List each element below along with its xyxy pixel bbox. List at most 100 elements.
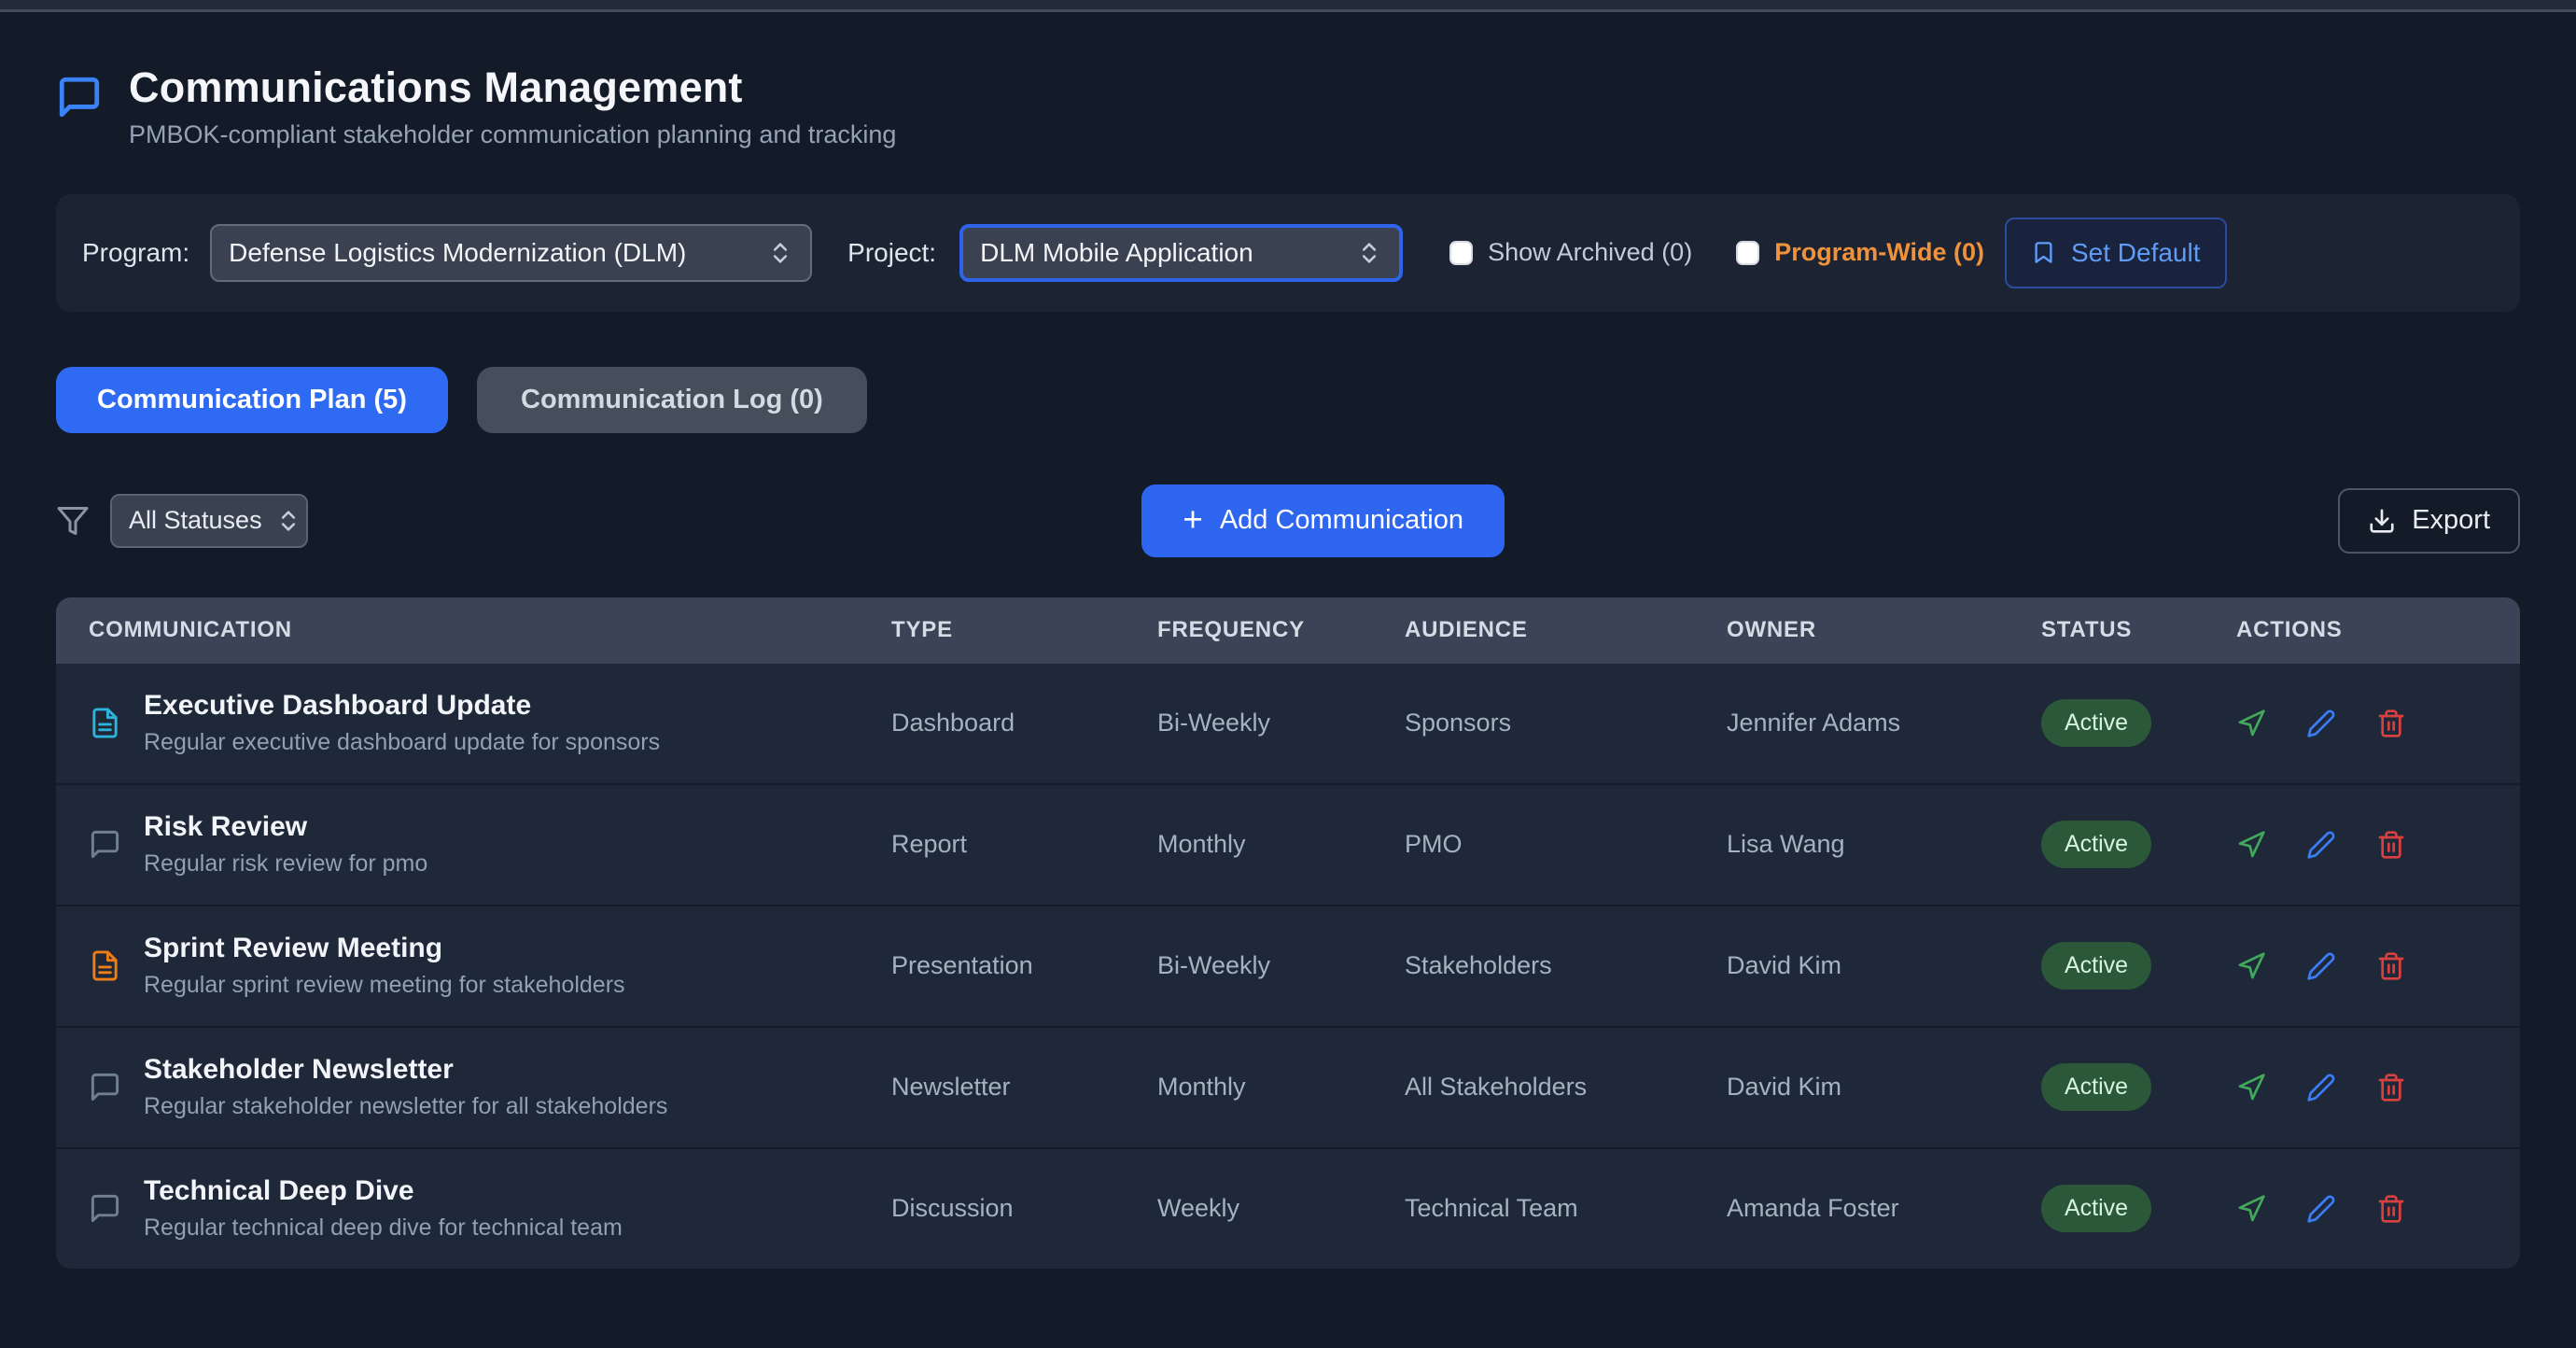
file-text-icon [89, 949, 121, 982]
communication-title: Sprint Review Meeting [144, 933, 625, 964]
edit-icon[interactable] [2306, 1194, 2336, 1224]
edit-icon[interactable] [2306, 1073, 2336, 1102]
delete-icon[interactable] [2376, 1073, 2406, 1102]
send-icon[interactable] [2236, 830, 2266, 860]
tab-bar: Communication Plan (5) Communication Log… [56, 367, 2520, 433]
column-header-audience: AUDIENCE [1405, 617, 1727, 643]
frequency-cell: Bi-Weekly [1157, 709, 1405, 737]
communication-title: Stakeholder Newsletter [144, 1054, 667, 1086]
type-cell: Report [891, 830, 1157, 859]
table-row: Risk Review Regular risk review for pmo … [56, 783, 2520, 905]
message-square-icon [89, 1192, 121, 1225]
delete-icon[interactable] [2376, 1194, 2406, 1224]
communications-management-page: Communications Management PMBOK-complian… [0, 64, 2576, 1269]
audience-cell: PMO [1405, 830, 1727, 859]
delete-icon[interactable] [2376, 709, 2406, 738]
status-badge: Active [2041, 699, 2151, 747]
add-communication-label: Add Communication [1220, 505, 1463, 536]
column-header-owner: OWNER [1727, 617, 2041, 643]
audience-cell: All Stakeholders [1405, 1073, 1727, 1102]
project-select[interactable]: DLM Mobile Application [959, 224, 1403, 282]
column-header-type: TYPE [891, 617, 1157, 643]
message-square-icon [89, 1071, 121, 1103]
communication-description: Regular sprint review meeting for stakeh… [144, 972, 625, 999]
export-button[interactable]: Export [2338, 488, 2520, 554]
communication-title: Risk Review [144, 811, 427, 843]
communication-title: Technical Deep Dive [144, 1175, 623, 1207]
communication-description: Regular technical deep dive for technica… [144, 1215, 623, 1242]
type-cell: Discussion [891, 1194, 1157, 1223]
chevrons-up-down-icon [1356, 240, 1382, 266]
communication-title: Executive Dashboard Update [144, 690, 660, 722]
status-badge: Active [2041, 1063, 2151, 1111]
delete-icon[interactable] [2376, 951, 2406, 981]
frequency-cell: Weekly [1157, 1194, 1405, 1223]
top-bar [0, 0, 2576, 12]
delete-icon[interactable] [2376, 830, 2406, 860]
status-badge: Active [2041, 821, 2151, 868]
chevrons-up-down-icon [767, 240, 793, 266]
filter-panel: Program: Defense Logistics Modernization… [56, 194, 2520, 312]
program-select[interactable]: Defense Logistics Modernization (DLM) [210, 224, 812, 282]
column-header-actions: ACTIONS [2236, 617, 2520, 643]
project-label: Project: [847, 238, 936, 268]
funnel-icon [56, 504, 90, 538]
type-cell: Newsletter [891, 1073, 1157, 1102]
owner-cell: Lisa Wang [1727, 830, 2041, 859]
send-icon[interactable] [2236, 951, 2266, 981]
frequency-cell: Bi-Weekly [1157, 951, 1405, 980]
plus-icon: + [1183, 502, 1203, 537]
chevrons-up-down-icon [275, 508, 301, 534]
project-select-value: DLM Mobile Application [980, 238, 1337, 268]
program-wide-label: Program-Wide (0) [1774, 238, 1984, 267]
export-label: Export [2412, 505, 2490, 536]
column-header-frequency: FREQUENCY [1157, 617, 1405, 643]
set-default-label: Set Default [2071, 238, 2201, 268]
frequency-cell: Monthly [1157, 830, 1405, 859]
audience-cell: Sponsors [1405, 709, 1727, 737]
table-row: Sprint Review Meeting Regular sprint rev… [56, 905, 2520, 1026]
communication-description: Regular executive dashboard update for s… [144, 729, 660, 756]
type-cell: Presentation [891, 951, 1157, 980]
message-square-icon [89, 828, 121, 861]
add-communication-button[interactable]: + Add Communication [1141, 484, 1505, 557]
tab-communication-log[interactable]: Communication Log (0) [477, 367, 867, 433]
status-badge: Active [2041, 1185, 2151, 1232]
bookmark-icon [2031, 240, 2056, 265]
communications-table: COMMUNICATION TYPE FREQUENCY AUDIENCE OW… [56, 597, 2520, 1269]
frequency-cell: Monthly [1157, 1073, 1405, 1102]
program-label: Program: [82, 238, 189, 268]
chat-bubble-icon [56, 74, 103, 125]
send-icon[interactable] [2236, 709, 2266, 738]
send-icon[interactable] [2236, 1073, 2266, 1102]
owner-cell: Amanda Foster [1727, 1194, 2041, 1223]
table-header-row: COMMUNICATION TYPE FREQUENCY AUDIENCE OW… [56, 597, 2520, 664]
page-header: Communications Management PMBOK-complian… [56, 64, 2520, 149]
page-subtitle: PMBOK-compliant stakeholder communicatio… [129, 120, 896, 149]
send-icon[interactable] [2236, 1194, 2266, 1224]
tab-communication-plan[interactable]: Communication Plan (5) [56, 367, 448, 433]
status-filter-value: All Statuses [129, 506, 262, 535]
file-text-icon [89, 707, 121, 739]
owner-cell: David Kim [1727, 951, 2041, 980]
status-filter-select[interactable]: All Statuses [110, 494, 308, 548]
type-cell: Dashboard [891, 709, 1157, 737]
column-header-status: STATUS [2041, 617, 2236, 643]
program-wide-checkbox[interactable] [1736, 241, 1759, 265]
table-row: Executive Dashboard Update Regular execu… [56, 664, 2520, 783]
program-select-value: Defense Logistics Modernization (DLM) [229, 238, 749, 268]
column-header-communication: COMMUNICATION [89, 617, 891, 643]
show-archived-checkbox[interactable] [1449, 241, 1473, 265]
table-row: Technical Deep Dive Regular technical de… [56, 1147, 2520, 1269]
show-archived-label: Show Archived (0) [1488, 238, 1692, 267]
table-row: Stakeholder Newsletter Regular stakehold… [56, 1026, 2520, 1147]
edit-icon[interactable] [2306, 951, 2336, 981]
owner-cell: Jennifer Adams [1727, 709, 2041, 737]
audience-cell: Technical Team [1405, 1194, 1727, 1223]
edit-icon[interactable] [2306, 709, 2336, 738]
controls-row: All Statuses + Add Communication Export [56, 482, 2520, 560]
set-default-button[interactable]: Set Default [2005, 218, 2227, 288]
page-title: Communications Management [129, 64, 896, 111]
edit-icon[interactable] [2306, 830, 2336, 860]
owner-cell: David Kim [1727, 1073, 2041, 1102]
